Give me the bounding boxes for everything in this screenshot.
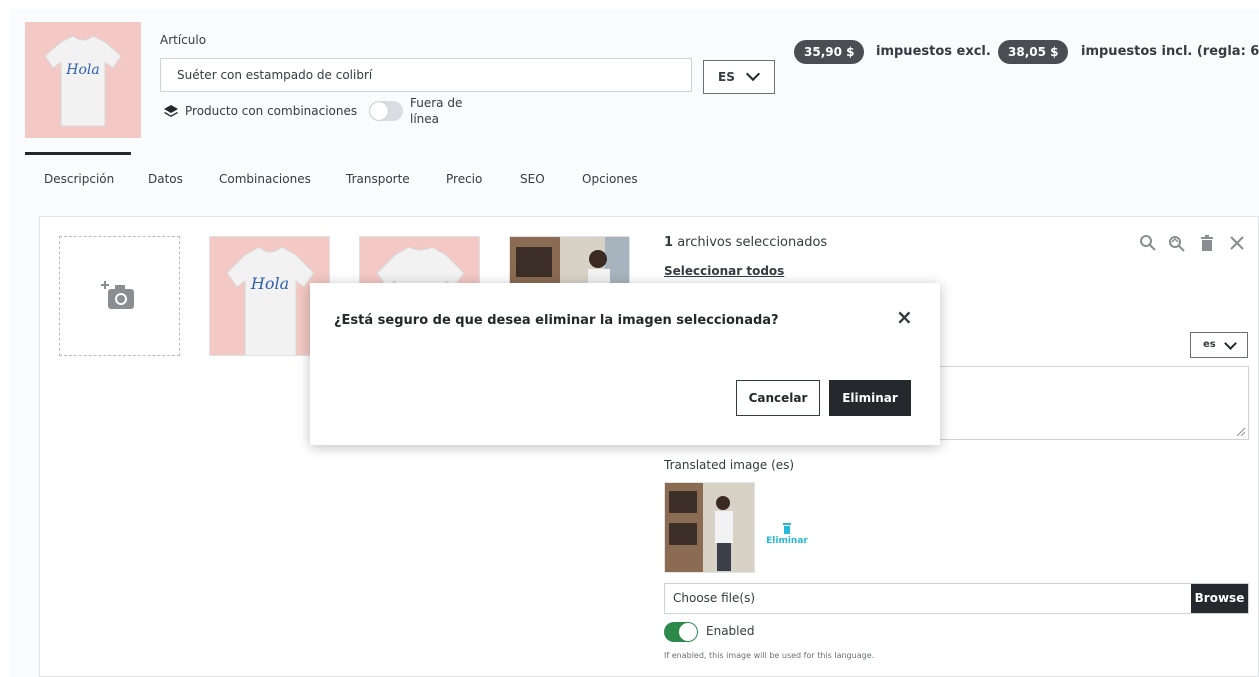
delete-button[interactable]: Eliminar xyxy=(829,380,911,416)
delete-confirm-modal: ¿Está seguro de que desea eliminar la im… xyxy=(310,283,940,445)
modal-close-icon[interactable]: × xyxy=(896,305,913,329)
app-window: Hola Artículo Suéter con estampado de co… xyxy=(0,0,1259,677)
cancel-button[interactable]: Cancelar xyxy=(736,380,820,416)
modal-title: ¿Está seguro de que desea eliminar la im… xyxy=(334,313,779,328)
